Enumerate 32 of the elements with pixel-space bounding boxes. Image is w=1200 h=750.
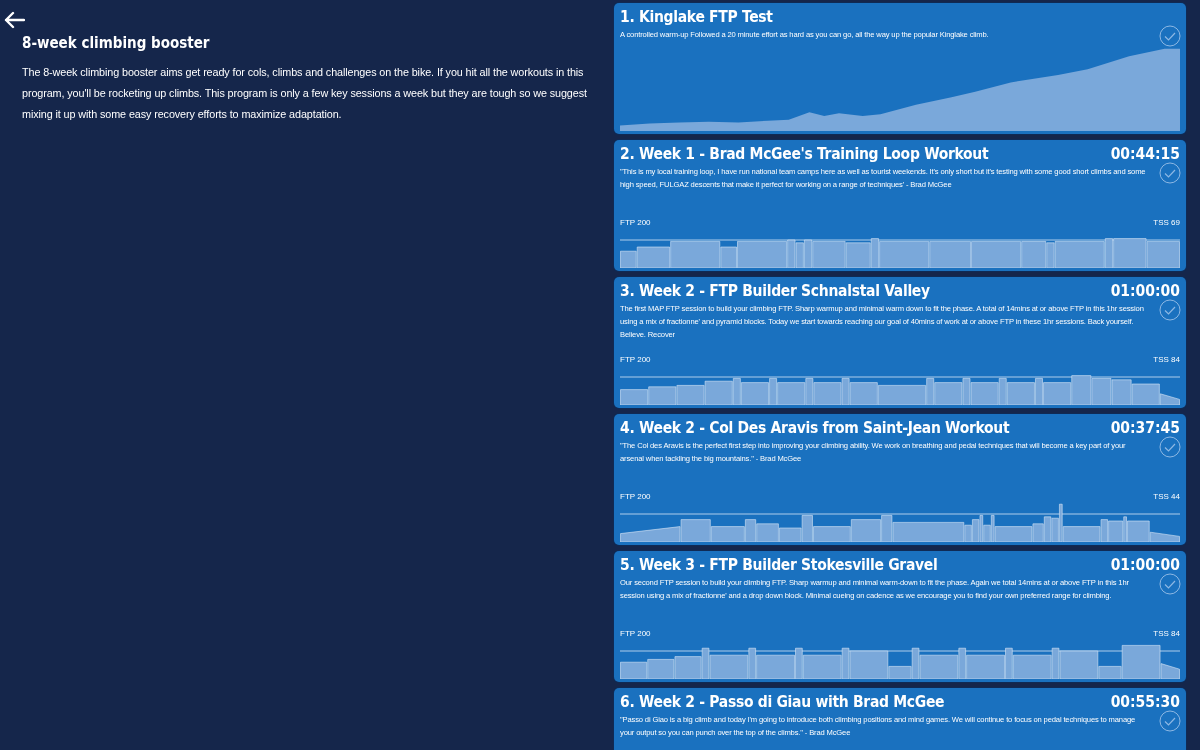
tss-label: TSS 84: [1153, 629, 1180, 638]
ftp-label: FTP 200: [620, 492, 651, 501]
workout-title: 4. Week 2 - Col Des Aravis from Saint-Jean Workout: [620, 419, 1010, 437]
workout-card[interactable]: [614, 414, 1186, 545]
ftp-label: FTP 200: [620, 355, 651, 364]
back-arrow-icon[interactable]: [3, 11, 25, 29]
workout-card[interactable]: [614, 277, 1186, 408]
ftp-label: FTP 200: [620, 629, 651, 638]
workout-duration: 00:37:45: [1110, 419, 1180, 437]
workout-title: 5. Week 3 - FTP Builder Stokesville Gravel: [620, 556, 938, 574]
check-circle-icon[interactable]: [1159, 710, 1181, 732]
workout-duration: 01:00:00: [1110, 556, 1180, 574]
program-title: 8-week climbing booster: [22, 34, 210, 52]
workout-duration: 00:55:30: [1110, 693, 1180, 711]
workout-title: 3. Week 2 - FTP Builder Schnalstal Valley: [620, 282, 930, 300]
workout-duration: 01:00:00: [1110, 282, 1180, 300]
tss-label: TSS 84: [1153, 355, 1180, 364]
tss-label: TSS 69: [1153, 218, 1180, 227]
workout-card[interactable]: [614, 551, 1186, 682]
workout-title: 2. Week 1 - Brad McGee's Training Loop Workout: [620, 145, 989, 163]
workout-card[interactable]: [614, 140, 1186, 271]
check-circle-icon[interactable]: [1159, 162, 1181, 184]
tss-label: TSS 44: [1153, 492, 1180, 501]
workout-title: 1. Kinglake FTP Test: [620, 8, 773, 26]
ftp-label: FTP 200: [620, 218, 651, 227]
check-circle-icon[interactable]: [1159, 25, 1181, 47]
check-circle-icon[interactable]: [1159, 573, 1181, 595]
check-circle-icon[interactable]: [1159, 436, 1181, 458]
program-description: The 8-week climbing booster aims get ready for cols, climbs and challenges on the bike. If you hit all the workouts in this program, you'll be rocketing up climbs. This program is only a few key sessions a week but they are tough so we suggest mixing it up with some easy recovery efforts to maximize adaptation.: [22, 65, 588, 122]
workout-duration: 00:44:15: [1110, 145, 1180, 163]
check-circle-icon[interactable]: [1159, 299, 1181, 321]
workout-title: 6. Week 2 - Passo di Giau with Brad McGee: [620, 693, 945, 711]
